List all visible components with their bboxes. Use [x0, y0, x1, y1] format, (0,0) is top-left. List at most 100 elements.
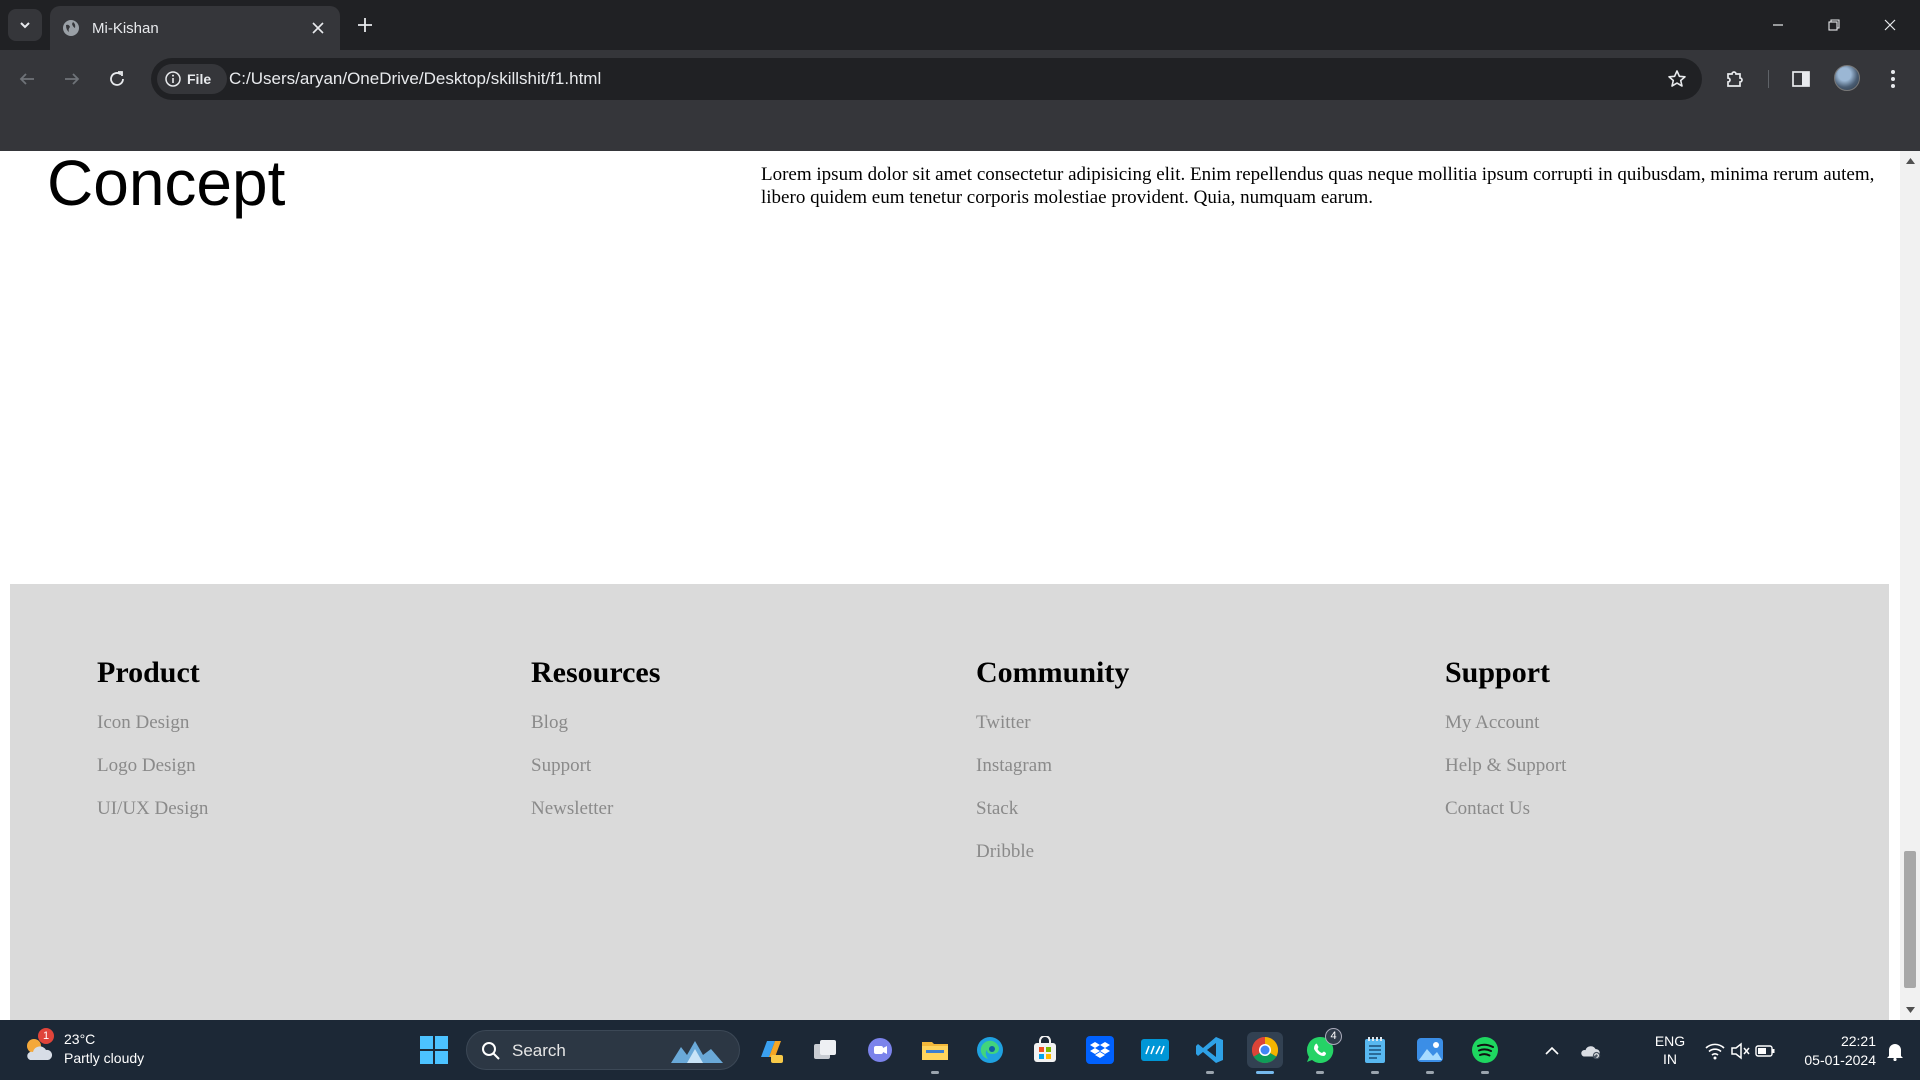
- taskbar-app-copilot[interactable]: [752, 1032, 788, 1068]
- notifications-button[interactable]: [1884, 1040, 1906, 1062]
- bookmark-button[interactable]: [1666, 68, 1688, 90]
- footer-link-help-support[interactable]: Help & Support: [1445, 755, 1566, 798]
- taskbar-app-vscode[interactable]: [1192, 1032, 1228, 1074]
- site-info-chip[interactable]: File: [157, 64, 227, 94]
- dropbox-icon: [1086, 1036, 1114, 1064]
- tray-overflow-button[interactable]: [1541, 1040, 1563, 1062]
- region-code: IN: [1663, 1051, 1677, 1067]
- arrow-right-icon: [65, 73, 80, 85]
- windows-taskbar: 1 23°C Partly cloudy Search 4 ENG IN 22:…: [0, 1020, 1920, 1080]
- volume-muted-icon: [1731, 1042, 1750, 1060]
- running-indicator: [1316, 1071, 1324, 1074]
- footer-link-icon-design[interactable]: Icon Design: [97, 712, 208, 755]
- footer-column-community: Community Twitter Instagram Stack Dribbl…: [976, 656, 1129, 884]
- footer-link-my-account[interactable]: My Account: [1445, 712, 1566, 755]
- footer-link-instagram[interactable]: Instagram: [976, 755, 1129, 798]
- taskbar-app-chrome[interactable]: [1247, 1032, 1283, 1074]
- running-indicator: [1206, 1071, 1214, 1074]
- cloud-sync-icon: [1581, 1046, 1601, 1060]
- page-scrollbar[interactable]: [1900, 151, 1920, 1020]
- taskbar-app-dropbox[interactable]: [1082, 1032, 1118, 1068]
- battery-tray-button[interactable]: [1754, 1040, 1776, 1062]
- task-view-icon: [814, 1040, 836, 1059]
- side-panel-button[interactable]: [1787, 65, 1815, 93]
- taskbar-search-box[interactable]: Search: [466, 1030, 740, 1070]
- browser-tab[interactable]: Mi-Kishan: [50, 6, 340, 50]
- footer-link-dribble[interactable]: Dribble: [976, 841, 1129, 884]
- star-icon: [1668, 70, 1686, 87]
- scroll-up-arrow-icon[interactable]: [1900, 153, 1920, 169]
- reload-button[interactable]: [101, 63, 133, 95]
- chevron-up-icon: [1545, 1046, 1559, 1055]
- close-icon: [1884, 19, 1896, 31]
- running-indicator: [1481, 1071, 1489, 1074]
- store-icon: [1034, 1036, 1056, 1062]
- bookmarks-bar: [0, 108, 1920, 151]
- taskbar-app-photos[interactable]: [1412, 1032, 1448, 1074]
- taskbar-app-whatsapp[interactable]: 4: [1302, 1028, 1342, 1074]
- wifi-tray-button[interactable]: [1704, 1040, 1726, 1062]
- taskbar-app-store[interactable]: [1027, 1032, 1063, 1068]
- footer-link-twitter[interactable]: Twitter: [976, 712, 1129, 755]
- footer-link-stack[interactable]: Stack: [976, 798, 1129, 841]
- running-indicator: [1371, 1071, 1379, 1074]
- weather-condition: Partly cloudy: [64, 1050, 145, 1066]
- browser-menu-button[interactable]: [1879, 65, 1907, 93]
- tab-title: Mi-Kishan: [92, 19, 159, 37]
- footer-link-ui-ux-design[interactable]: UI/UX Design: [97, 798, 208, 841]
- start-button[interactable]: [420, 1036, 448, 1064]
- close-tab-icon[interactable]: [308, 18, 328, 38]
- toolbar-divider: [1768, 70, 1769, 88]
- footer-heading: Community: [976, 656, 1130, 689]
- bell-icon: [1887, 1044, 1903, 1061]
- tab-search-button[interactable]: [8, 9, 42, 41]
- footer-link-contact-us[interactable]: Contact Us: [1445, 798, 1566, 841]
- footer-link-support[interactable]: Support: [531, 755, 660, 798]
- taskbar-app-file-explorer[interactable]: [917, 1032, 953, 1074]
- taskbar-app-teams-chat[interactable]: [862, 1032, 898, 1068]
- extensions-button[interactable]: [1721, 65, 1749, 93]
- taskbar-app-edge[interactable]: [972, 1032, 1008, 1068]
- photos-icon: [1417, 1038, 1443, 1062]
- minimize-button[interactable]: [1750, 0, 1806, 50]
- taskbar-app-myhp[interactable]: [1137, 1032, 1173, 1068]
- new-tab-button[interactable]: [352, 12, 378, 38]
- restore-icon: [1828, 19, 1840, 31]
- footer-link-logo-design[interactable]: Logo Design: [97, 755, 208, 798]
- restore-button[interactable]: [1806, 0, 1862, 50]
- puzzle-icon: [1727, 71, 1743, 87]
- close-window-button[interactable]: [1862, 0, 1918, 50]
- taskbar-app-task-view[interactable]: [807, 1032, 843, 1068]
- system-tray: ENG IN 22:21 05-01-2024: [1540, 1020, 1920, 1080]
- url-text[interactable]: C:/Users/aryan/OneDrive/Desktop/skillshi…: [229, 69, 601, 89]
- taskbar-app-notepad[interactable]: [1357, 1032, 1393, 1074]
- browser-toolbar: File C:/Users/aryan/OneDrive/Desktop/ski…: [0, 50, 1920, 108]
- concept-paragraph: Lorem ipsum dolor sit amet consectetur a…: [761, 164, 1875, 208]
- weather-widget[interactable]: 1 23°C Partly cloudy: [22, 1028, 172, 1072]
- search-icon: [482, 1042, 500, 1060]
- footer-link-newsletter[interactable]: Newsletter: [531, 798, 660, 841]
- folder-icon: [922, 1042, 948, 1060]
- volume-tray-button[interactable]: [1729, 1040, 1751, 1062]
- running-indicator: [1426, 1071, 1434, 1074]
- windows-logo-icon: [420, 1036, 448, 1064]
- forward-button[interactable]: [56, 63, 88, 95]
- language-indicator[interactable]: ENG IN: [1650, 1032, 1690, 1068]
- clock[interactable]: 22:21 05-01-2024: [1776, 1032, 1876, 1070]
- weather-badge: 1: [38, 1028, 54, 1044]
- side-panel-icon: [1792, 71, 1810, 87]
- running-indicator: [1256, 1071, 1274, 1074]
- footer-column-support: Support My Account Help & Support Contac…: [1445, 656, 1566, 841]
- chevron-down-icon: [20, 22, 30, 29]
- scrollbar-thumb[interactable]: [1904, 851, 1916, 988]
- footer-link-blog[interactable]: Blog: [531, 712, 660, 755]
- address-bar[interactable]: File C:/Users/aryan/OneDrive/Desktop/ski…: [151, 58, 1702, 100]
- onedrive-tray-button[interactable]: [1580, 1040, 1602, 1062]
- scroll-down-arrow-icon[interactable]: [1900, 1002, 1920, 1018]
- weather-temperature: 23°C: [64, 1031, 96, 1047]
- search-highlight-icon: [671, 1041, 723, 1063]
- site-footer: Product Icon Design Logo Design UI/UX De…: [10, 584, 1889, 1020]
- back-button[interactable]: [11, 63, 43, 95]
- taskbar-app-spotify[interactable]: [1467, 1032, 1503, 1074]
- profile-avatar[interactable]: [1834, 65, 1860, 91]
